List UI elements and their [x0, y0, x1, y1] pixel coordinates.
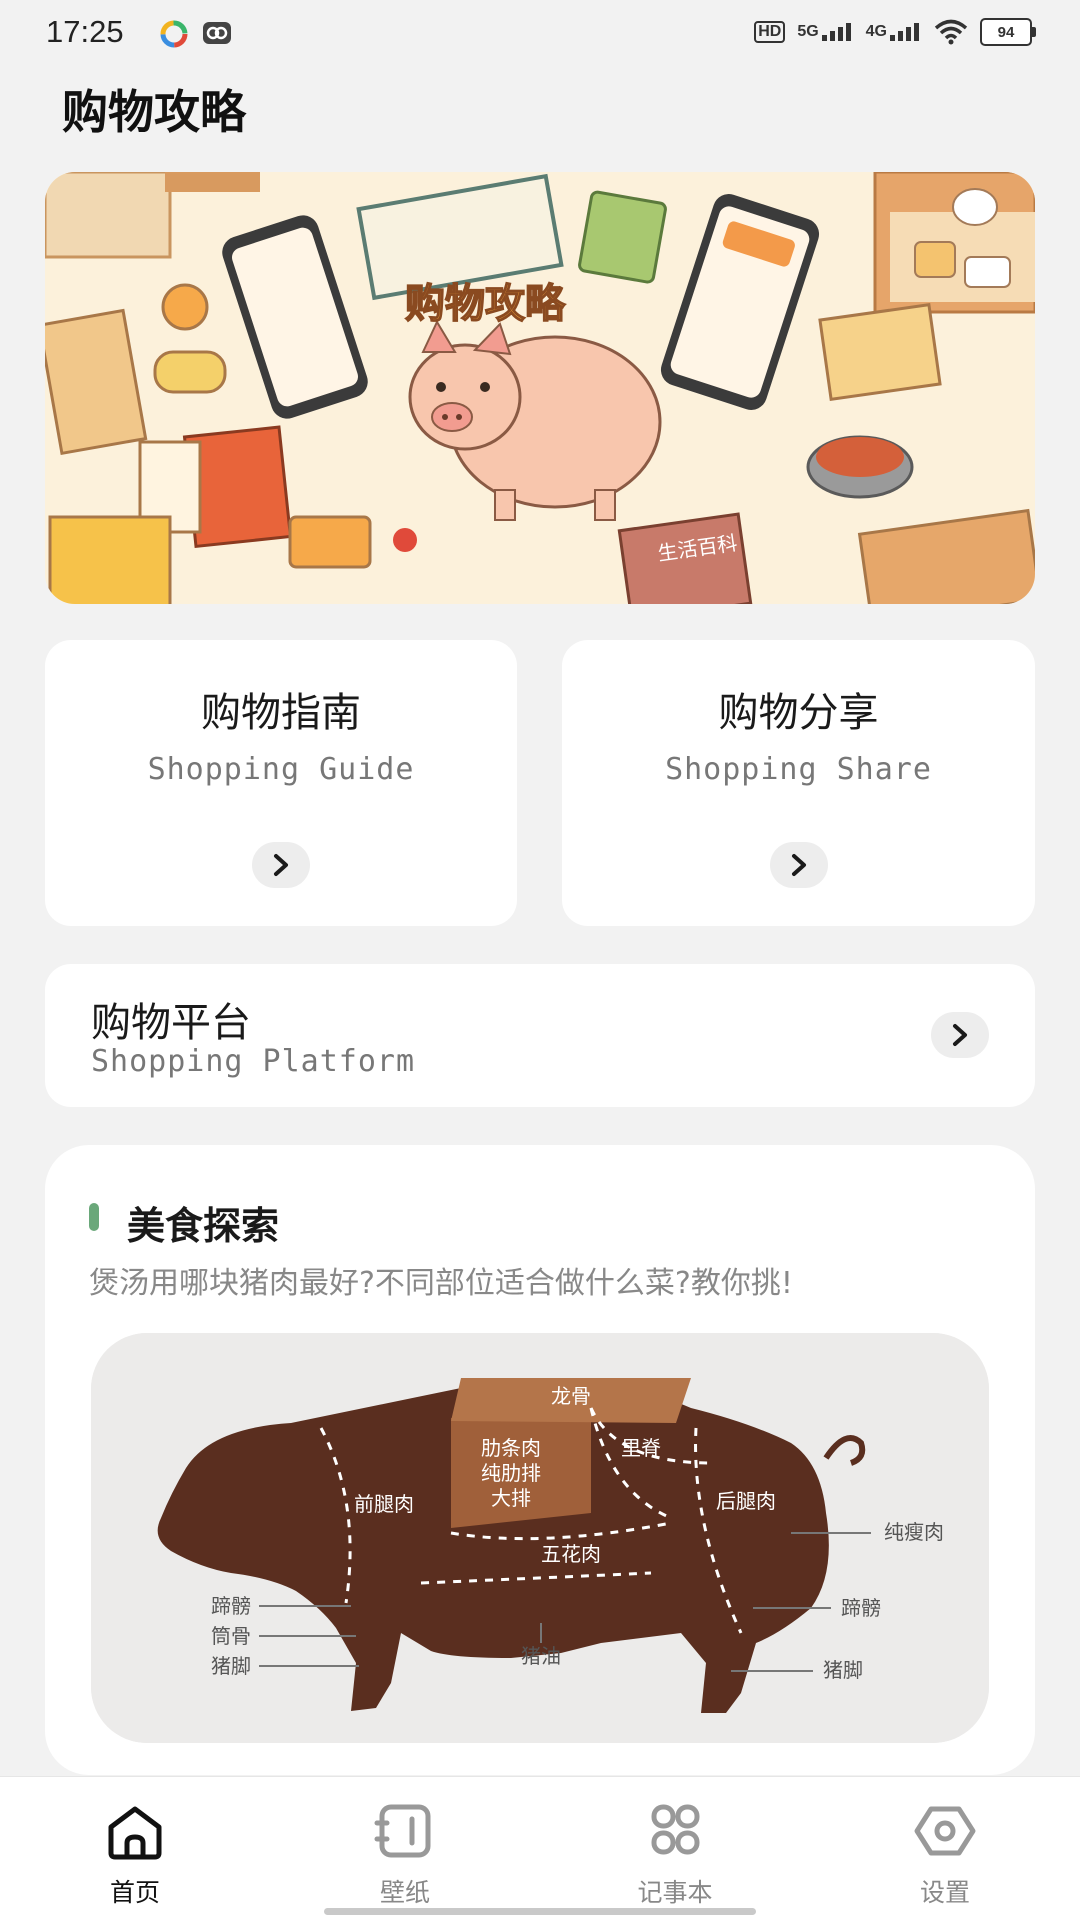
tab-label-notebook: 记事本 [637, 1878, 713, 1907]
status-right-indicators: HD 5G 4G 94 [754, 18, 1036, 46]
jar [914, 241, 956, 278]
platform-arrow-button[interactable] [931, 1012, 989, 1058]
pig-head [408, 343, 522, 451]
cut-label-chunshou: 纯瘦肉 [884, 1521, 944, 1544]
battery-level: 94 [997, 23, 1015, 41]
app-notification-icon-2 [203, 22, 231, 44]
app-notification-icon [160, 20, 188, 48]
page-title: 购物攻略 [62, 85, 246, 139]
banner-illustration[interactable]: 购物攻略 生活百科 [45, 172, 1035, 604]
platform-subtitle: Shopping Platform [91, 1044, 416, 1079]
chevron-right-icon [274, 854, 288, 876]
chevron-right-icon [791, 854, 806, 876]
food-section-title: 美食探索 [127, 1204, 280, 1248]
shelf-right-inner [890, 212, 1035, 302]
status-time: 17:25 [46, 14, 124, 49]
signal-4g-icon: 4G [866, 23, 922, 41]
share-subtitle: Shopping Share [665, 752, 932, 787]
share-arrow-button[interactable] [769, 842, 828, 888]
pot-soup [816, 437, 904, 477]
tab-home[interactable]: 首页 [0, 1777, 270, 1921]
status-bar: 17:25 HD 5G 4G 94 [0, 0, 1080, 68]
cut-label-leitiao: 肋条肉 [481, 1437, 541, 1460]
shelf-left [45, 172, 172, 259]
cut-label-liji: 里脊 [621, 1437, 661, 1460]
network-4g-label: 4G [865, 23, 887, 40]
pig-snout [431, 402, 473, 432]
tab-notebook[interactable]: 记事本 [540, 1777, 810, 1921]
banner-title: 购物攻略 [405, 281, 566, 327]
signal-5g-icon: 5G [797, 23, 853, 41]
tab-label-home: 首页 [109, 1878, 160, 1907]
tab-settings[interactable]: 设置 [810, 1777, 1080, 1921]
share-title: 购物分享 [718, 690, 879, 736]
shopping-share-card[interactable]: 购物分享 Shopping Share [562, 640, 1035, 926]
cut-label-tipang-front: 蹄髈 [211, 1595, 251, 1618]
shopping-guide-card[interactable]: 购物指南 Shopping Guide [45, 640, 517, 926]
snack-pack [578, 190, 667, 284]
cut-label-tipang-back: 蹄髈 [841, 1597, 881, 1620]
bottom-tab-bar: 首页 壁纸 记事本 设置 [0, 1776, 1080, 1921]
food-section-description: 煲汤用哪块猪肉最好?不同部位适合做什么菜?教你挑! [89, 1266, 793, 1301]
orange-slice [161, 283, 209, 331]
status-notification-icons [160, 20, 232, 48]
shopping-bag-4 [48, 515, 172, 604]
notebook-icon [651, 1804, 700, 1855]
shelf-left-top [165, 172, 260, 192]
cut-label-chunlei: 纯肋排 [481, 1462, 541, 1485]
cut-label-houtui: 后腿肉 [716, 1490, 776, 1513]
tab-label-settings: 设置 [919, 1878, 970, 1907]
battery-icon: 94 [980, 18, 1036, 46]
tomato [393, 528, 417, 552]
teapot [952, 188, 998, 226]
guide-title: 购物指南 [201, 690, 361, 736]
chevron-right-icon [953, 1024, 967, 1046]
guide-subtitle: Shopping Guide [147, 752, 415, 787]
network-5g-label: 5G [797, 23, 819, 40]
section-accent-bar [89, 1203, 99, 1231]
guide-arrow-button[interactable] [252, 842, 310, 888]
banner-art: 购物攻略 生活百科 [45, 172, 1035, 604]
cut-label-dapai: 大排 [491, 1487, 531, 1510]
tape-roll [153, 350, 227, 394]
settings-icon [914, 1806, 976, 1856]
home-icon [108, 1806, 162, 1860]
wifi-icon [934, 19, 968, 45]
box [818, 303, 942, 401]
cut-label-zhujiao-back: 猪脚 [823, 1659, 863, 1682]
tab-wallpaper[interactable]: 壁纸 [270, 1777, 540, 1921]
platform-title: 购物平台 [91, 1000, 251, 1046]
cut-label-wuhua: 五花肉 [541, 1543, 601, 1566]
food-explore-card[interactable]: 美食探索 煲汤用哪块猪肉最好?不同部位适合做什么菜?教你挑! 龙骨 肋条肉 纯肋… [45, 1145, 1035, 1775]
cut-label-qiantui: 前腿肉 [354, 1493, 414, 1516]
hd-indicator: HD [754, 21, 786, 43]
tab-label-wallpaper: 壁纸 [379, 1878, 430, 1907]
cut-label-zhuyou: 猪油 [521, 1645, 561, 1668]
cut-label-longgu: 龙骨 [551, 1385, 591, 1408]
snack [288, 515, 372, 569]
shopping-platform-card[interactable]: 购物平台 Shopping Platform [45, 964, 1035, 1107]
cut-label-zhujiao-front: 猪脚 [211, 1655, 251, 1678]
wallpaper-icon [374, 1804, 431, 1858]
jar-2 [964, 256, 1011, 288]
pork-cuts-diagram[interactable]: 龙骨 肋条肉 纯肋排 大排 里脊 前腿肉 后腿肉 五花肉 纯瘦肉 蹄髈 筒骨 猪… [91, 1333, 989, 1743]
cut-label-tonggu: 筒骨 [211, 1625, 251, 1648]
home-indicator[interactable] [324, 1908, 756, 1915]
pork-cuts-svg: 龙骨 肋条肉 纯肋排 大排 里脊 前腿肉 后腿肉 五花肉 纯瘦肉 蹄髈 筒骨 猪… [91, 1333, 989, 1743]
